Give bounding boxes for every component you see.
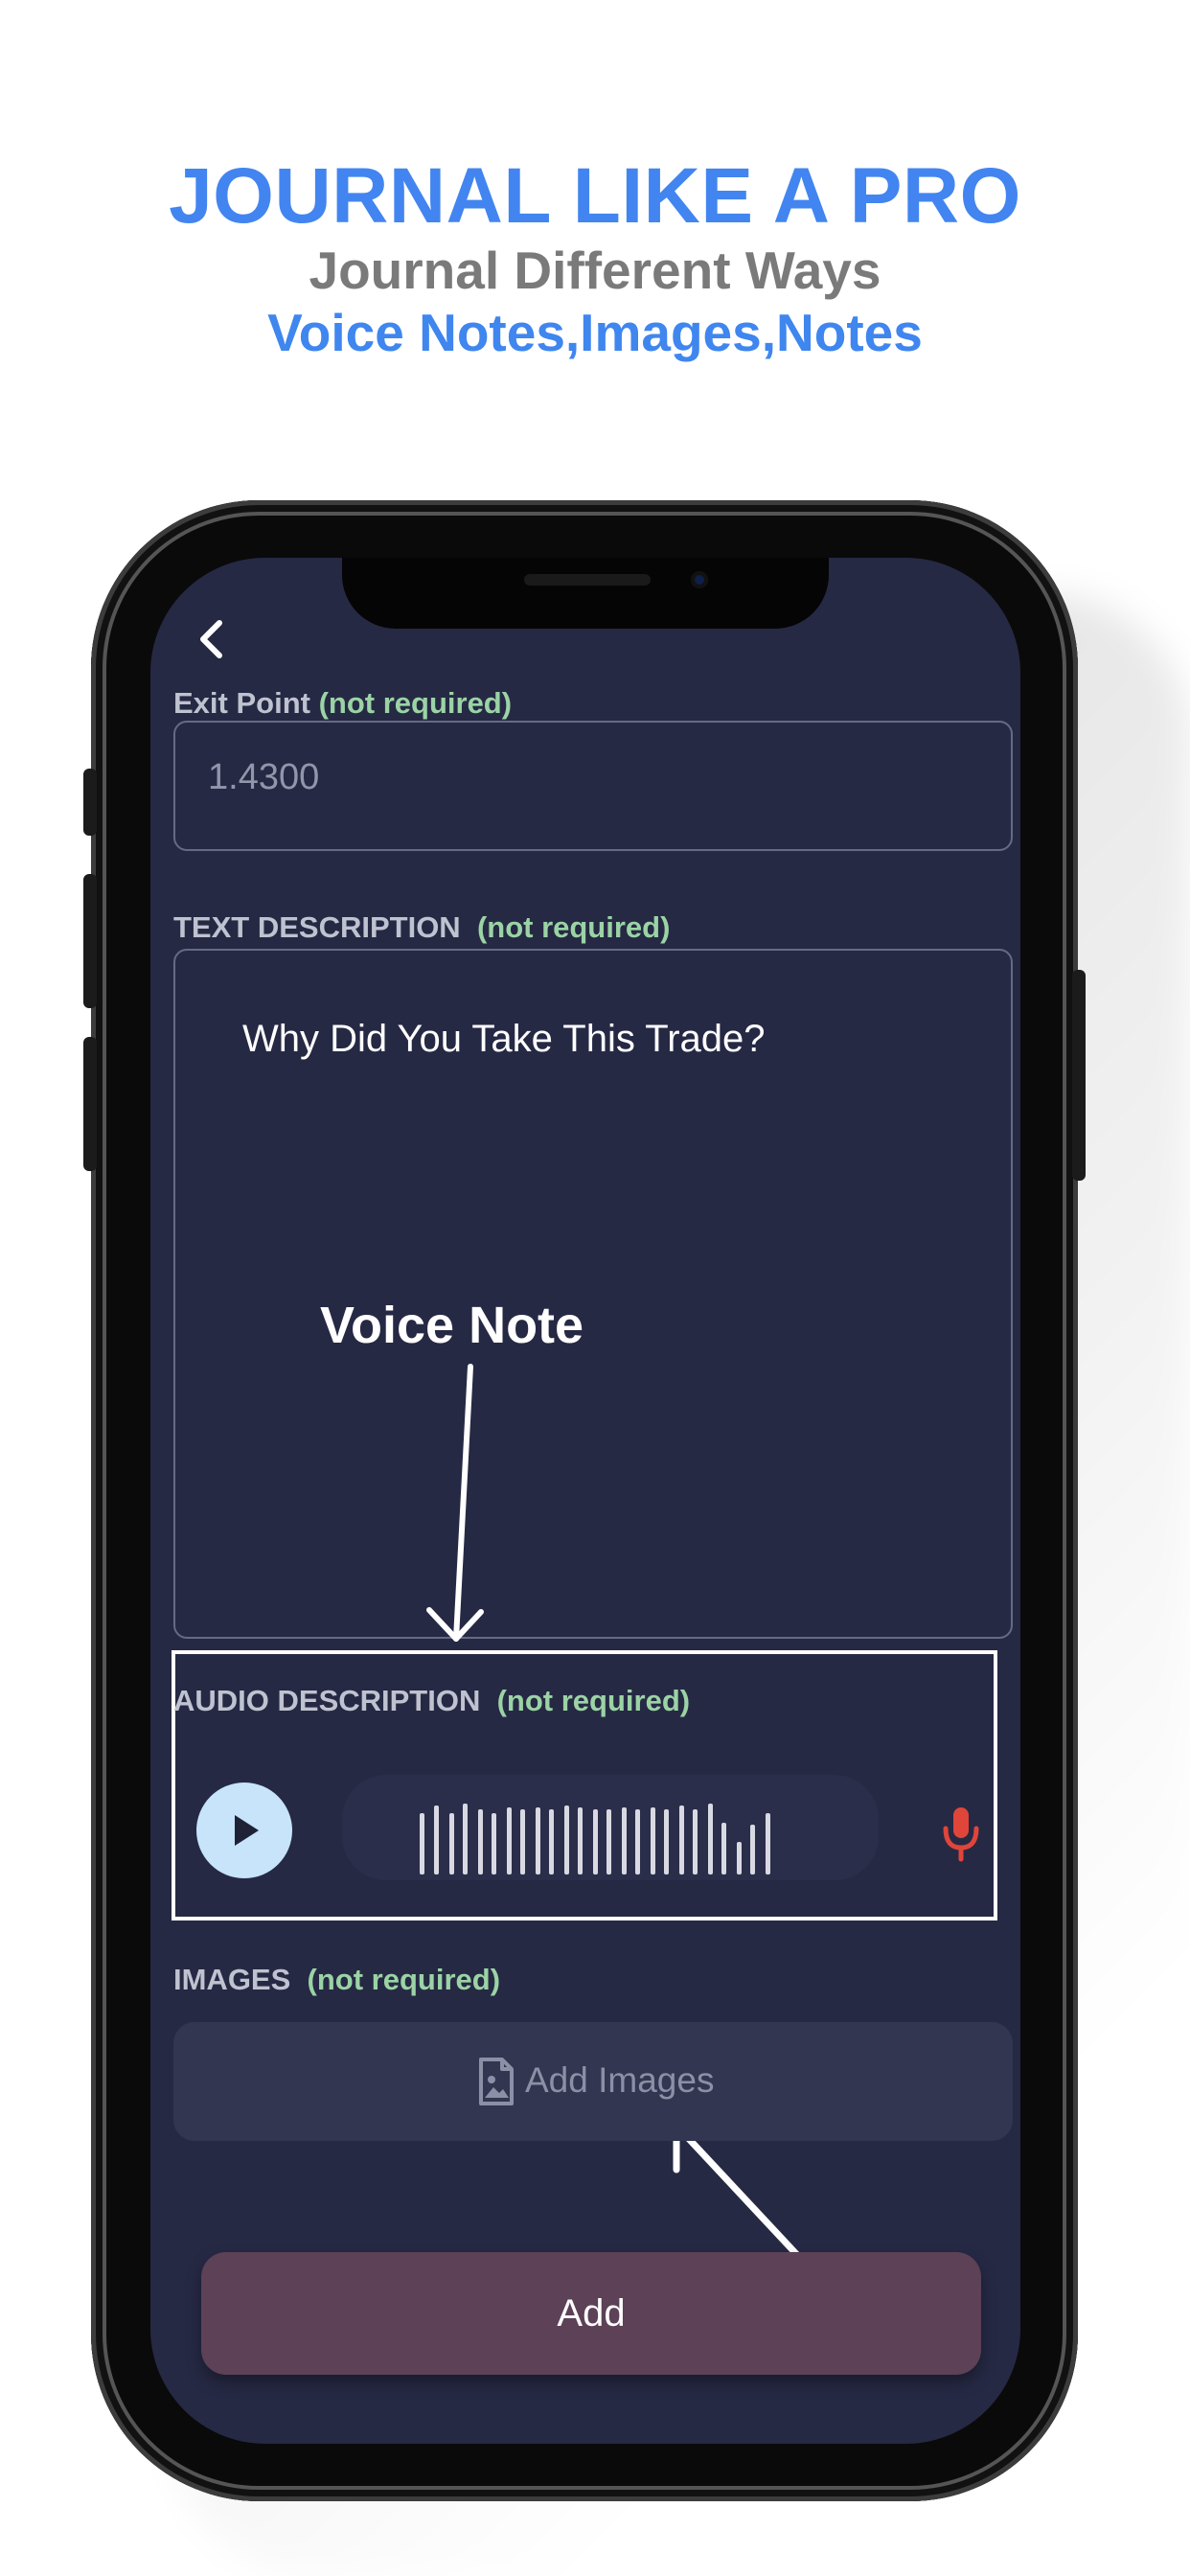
- audio-description-required-note: (not required): [496, 1684, 691, 1717]
- phone-volume-up: [83, 874, 97, 1008]
- audio-description-label-text: AUDIO DESCRIPTION: [173, 1684, 481, 1717]
- images-label-text: IMAGES: [173, 1963, 291, 1996]
- headline-subtitle: Journal Different Ways: [309, 241, 881, 300]
- phone-power-button: [1072, 970, 1086, 1181]
- waveform-bars: [420, 1804, 770, 1874]
- add-images-button[interactable]: Add Images: [173, 2022, 1013, 2141]
- images-label: IMAGES (not required): [173, 1963, 500, 1997]
- play-audio-button[interactable]: [196, 1782, 292, 1878]
- add-images-label: Add Images: [525, 2060, 715, 2100]
- add-button[interactable]: Add: [201, 2252, 981, 2375]
- images-required-note: (not required): [307, 1963, 501, 1996]
- audio-description-label: AUDIO DESCRIPTION (not required): [173, 1684, 690, 1718]
- headline-title: JOURNAL LIKE A PRO: [169, 152, 1021, 240]
- play-icon: [235, 1815, 259, 1846]
- add-button-label: Add: [557, 2292, 626, 2334]
- record-audio-button[interactable]: [937, 1804, 985, 1865]
- phone-volume-down: [83, 1037, 97, 1171]
- app-screen: Exit Point (not required) 1.4300 TEXT DE…: [150, 558, 1020, 2444]
- add-images-arrow: [673, 2122, 802, 2260]
- microphone-icon: [943, 1807, 979, 1862]
- voice-note-arrow: [426, 1364, 484, 1642]
- image-file-icon: [479, 2058, 514, 2105]
- headline-tagline: Voice Notes,Images,Notes: [267, 303, 923, 362]
- annotation-arrows: [426, 1364, 802, 2260]
- audio-waveform[interactable]: [342, 1775, 879, 1880]
- phone-mute-switch: [83, 769, 97, 836]
